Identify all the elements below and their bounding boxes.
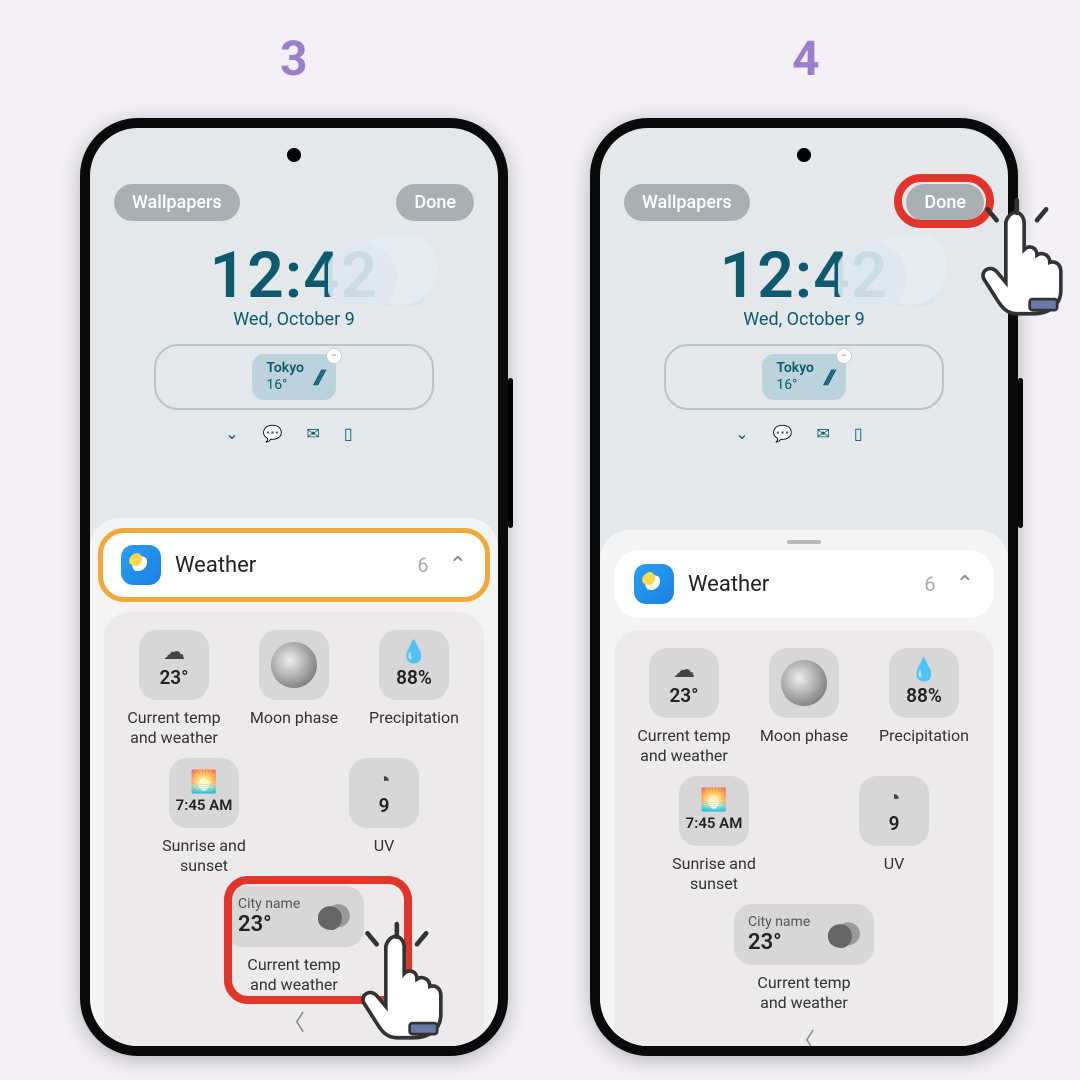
- precip-value: 88%: [396, 666, 432, 689]
- done-button[interactable]: Done: [906, 184, 984, 221]
- uv-gauge-icon: ◔: [377, 770, 390, 792]
- current-temp-value: 23°: [159, 666, 188, 689]
- status-icon-row: ⌄ 💬 ✉ ▯: [90, 424, 498, 443]
- mini-weather-city: Tokyo: [266, 360, 304, 377]
- phone-screen: Wallpapers Done 12:42 Wed, October 9 Tok…: [600, 128, 1008, 1046]
- weather-category-title: Weather: [175, 553, 403, 578]
- widget-precipitation[interactable]: 💧88% Precipitation: [355, 630, 474, 748]
- weather-category-header[interactable]: Weather 6 ⌃: [98, 528, 490, 602]
- cloud-icon: [318, 904, 352, 930]
- back-chevron-icon[interactable]: 〈: [624, 1023, 984, 1046]
- moon-icon: [781, 660, 827, 706]
- widget-uv[interactable]: ◔9 UV: [813, 776, 975, 894]
- done-button[interactable]: Done: [396, 184, 474, 221]
- widget-moon-phase[interactable]: Moon phase: [745, 648, 864, 766]
- weather-widget-count: 6: [924, 572, 935, 596]
- step-number-3: 3: [280, 30, 308, 87]
- weather-widget-panel: ☁23° Current temp and weather Moon phase…: [614, 630, 994, 1046]
- back-chevron-icon[interactable]: 〈: [114, 1005, 474, 1037]
- remove-widget-icon[interactable]: −: [326, 348, 342, 364]
- moon-icon: [271, 642, 317, 688]
- widget-picker-sheet[interactable]: Weather 6 ⌃ ☁23° Current temp and weathe…: [600, 530, 1008, 1046]
- weather-widget-panel: ☁23° Current temp and weather Moon phase…: [104, 612, 484, 1046]
- cloud-icon: ☁: [163, 642, 185, 664]
- sunrise-icon: 🌅: [700, 790, 727, 812]
- chevron-up-icon: ⌃: [956, 572, 974, 597]
- uv-value: 9: [379, 794, 390, 817]
- current-temp-label: Current temp and weather: [115, 708, 234, 748]
- lockscreen-widget-slot[interactable]: Tokyo 16° /// −: [154, 344, 434, 410]
- sunrise-time: 7:45 AM: [176, 796, 233, 814]
- widget-sunrise-sunset[interactable]: 🌅 7:45 AM Sunrise and sunset: [633, 776, 795, 894]
- phone-screen: Wallpapers Done 12:42 Wed, October 9 Tok…: [90, 128, 498, 1046]
- camera-notch: [797, 148, 811, 162]
- city-widget-label: Current temp and weather: [696, 973, 912, 1013]
- wallpapers-button[interactable]: Wallpapers: [624, 184, 750, 221]
- droplet-icon: 💧: [910, 660, 937, 682]
- droplet-icon: 💧: [400, 642, 427, 664]
- uv-value: 9: [889, 812, 900, 835]
- weather-category-header[interactable]: Weather 6 ⌃: [614, 550, 994, 618]
- wallpapers-button[interactable]: Wallpapers: [114, 184, 240, 221]
- remove-widget-icon[interactable]: −: [836, 348, 852, 364]
- rain-icon: ///: [314, 365, 322, 389]
- sunrise-label: Sunrise and sunset: [123, 836, 285, 876]
- uv-gauge-icon: ◔: [887, 788, 900, 810]
- lockscreen-date: Wed, October 9: [600, 309, 1008, 330]
- cloud-graphic: [838, 236, 948, 306]
- precip-value: 88%: [906, 684, 942, 707]
- widget-sunrise-sunset[interactable]: 🌅 7:45 AM Sunrise and sunset: [123, 758, 285, 876]
- sheet-drag-handle[interactable]: [787, 540, 821, 544]
- precipitation-label: Precipitation: [355, 708, 474, 728]
- sunrise-label: Sunrise and sunset: [633, 854, 795, 894]
- weather-app-icon: [121, 545, 161, 585]
- widget-uv[interactable]: ◔9 UV: [303, 758, 465, 876]
- mini-weather-widget[interactable]: Tokyo 16° /// −: [252, 354, 335, 400]
- step-number-4: 4: [792, 30, 820, 87]
- widget-moon-phase[interactable]: Moon phase: [235, 630, 354, 748]
- cloud-icon: ☁: [673, 660, 695, 682]
- chevron-up-icon: ⌃: [449, 553, 467, 578]
- precipitation-label: Precipitation: [865, 726, 984, 746]
- cloud-icon: [828, 922, 862, 948]
- sunrise-time: 7:45 AM: [686, 814, 743, 832]
- lockscreen-area: Wallpapers Done 12:42 Wed, October 9 Tok…: [600, 128, 1008, 508]
- sunrise-icon: 🌅: [190, 772, 217, 794]
- mini-weather-widget[interactable]: Tokyo 16° /// −: [762, 354, 845, 400]
- status-icon-row: ⌄ 💬 ✉ ▯: [600, 424, 1008, 443]
- widget-picker-sheet[interactable]: Weather 6 ⌃ ☁23° Current temp and weathe…: [90, 518, 498, 1046]
- widget-precipitation[interactable]: 💧88% Precipitation: [865, 648, 984, 766]
- uv-label: UV: [813, 854, 975, 874]
- moon-phase-label: Moon phase: [745, 726, 864, 746]
- weather-category-title: Weather: [688, 572, 910, 597]
- phone-frame-left: Wallpapers Done 12:42 Wed, October 9 Tok…: [80, 118, 508, 1056]
- moon-phase-label: Moon phase: [235, 708, 354, 728]
- rain-icon: ///: [824, 365, 832, 389]
- mini-weather-temp: 16°: [776, 377, 814, 394]
- weather-widget-count: 6: [417, 553, 428, 577]
- uv-label: UV: [303, 836, 465, 856]
- cloud-graphic: [328, 236, 438, 306]
- mini-weather-temp: 16°: [266, 377, 304, 394]
- lockscreen-date: Wed, October 9: [90, 309, 498, 330]
- widget-city-weather[interactable]: City name 23° Current temp and weather: [696, 904, 912, 1013]
- lockscreen-widget-slot[interactable]: Tokyo 16° /// −: [664, 344, 944, 410]
- widget-current-temp[interactable]: ☁23° Current temp and weather: [115, 630, 234, 748]
- current-temp-value: 23°: [669, 684, 698, 707]
- widget-current-temp[interactable]: ☁23° Current temp and weather: [625, 648, 744, 766]
- phone-frame-right: Wallpapers Done 12:42 Wed, October 9 Tok…: [590, 118, 1018, 1056]
- mini-weather-city: Tokyo: [776, 360, 814, 377]
- current-temp-label: Current temp and weather: [625, 726, 744, 766]
- camera-notch: [287, 148, 301, 162]
- widget-city-weather[interactable]: City name 23° Current temp and weather: [186, 886, 402, 995]
- city-widget-label: Current temp and weather: [186, 955, 402, 995]
- lockscreen-area: Wallpapers Done 12:42 Wed, October 9 Tok…: [90, 128, 498, 508]
- weather-app-icon: [634, 564, 674, 604]
